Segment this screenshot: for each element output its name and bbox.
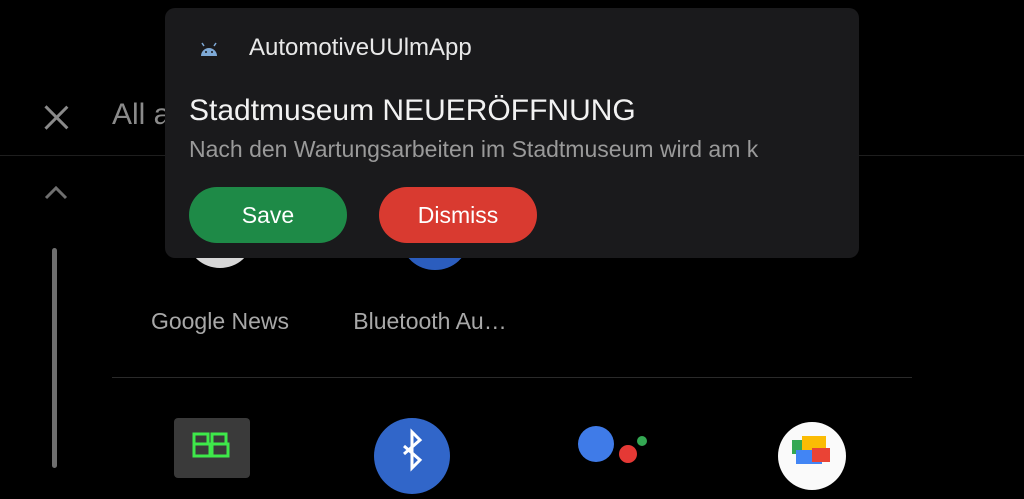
android-icon	[199, 40, 219, 58]
bluetooth-icon[interactable]	[374, 418, 450, 494]
row-divider	[112, 377, 912, 378]
notification-title: Stadtmuseum NEUERÖFFNUNG	[189, 94, 636, 127]
close-icon[interactable]	[40, 101, 72, 133]
notification-app-name: AutomotiveUUlmApp	[249, 34, 472, 61]
save-button[interactable]: Save	[189, 187, 347, 243]
notification-body-text: Nach den Wartungsarbeiten im Stadtmuseum…	[189, 136, 759, 162]
notification-card[interactable]: AutomotiveUUlmApp Stadtmuseum NEUERÖFFNU…	[165, 8, 859, 258]
google-assistant-icon[interactable]	[576, 424, 648, 464]
app-label-google-news[interactable]: Google News	[120, 308, 320, 335]
dismiss-button[interactable]: Dismiss	[379, 187, 537, 243]
scroll-up-chevron-icon[interactable]	[44, 182, 68, 202]
notification-body: Nach den Wartungsarbeiten im Stadtmuseum…	[189, 136, 832, 170]
google-photos-icon[interactable]	[778, 422, 846, 490]
app-label-bluetooth-audio[interactable]: Bluetooth Au…	[330, 308, 530, 335]
scrollbar[interactable]	[52, 248, 57, 468]
app-green-icon[interactable]	[174, 418, 250, 478]
notification-body-fade	[792, 136, 832, 170]
